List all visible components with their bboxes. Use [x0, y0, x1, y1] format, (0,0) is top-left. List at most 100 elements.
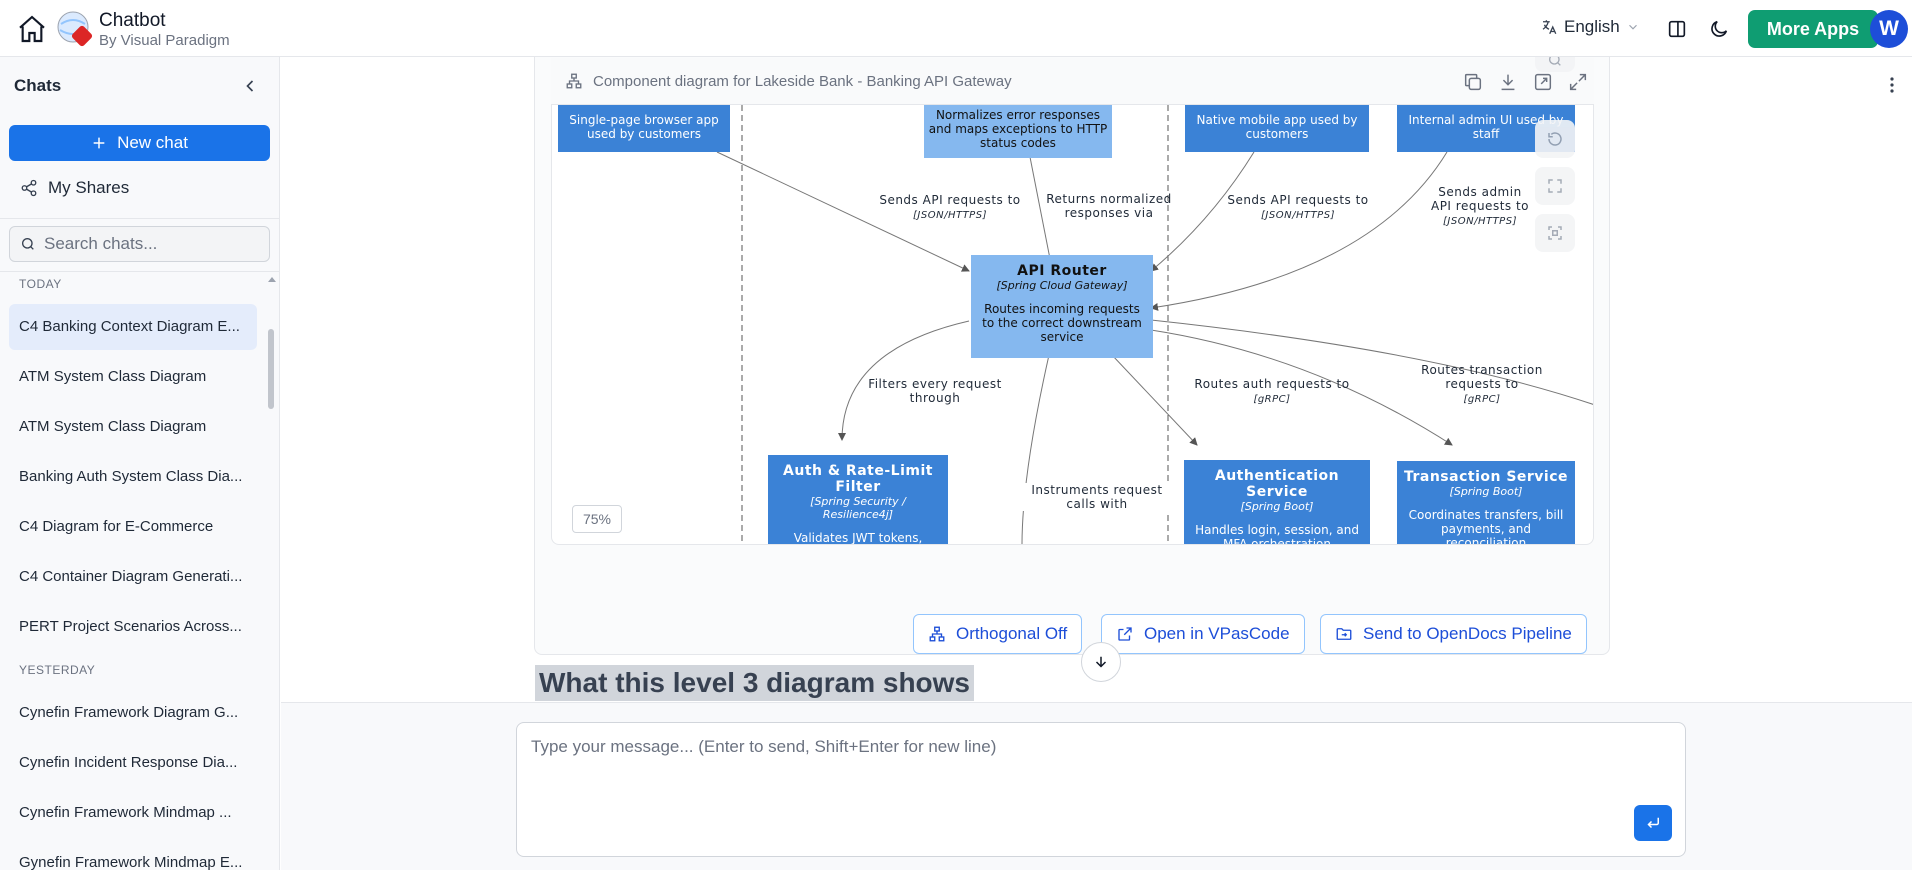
frame-icon	[1548, 226, 1562, 240]
translate-icon	[1542, 20, 1557, 35]
more-options-icon[interactable]	[1882, 75, 1902, 95]
edge-label-text: Sends API requests to	[1227, 193, 1369, 207]
chat-item[interactable]: Cynefin Framework Diagram G...	[9, 690, 257, 736]
external-link-icon	[1118, 627, 1132, 641]
node-description: Handles login, session, and MFA orchestr…	[1195, 523, 1359, 545]
node-tech: [Spring Cloud Gateway]	[996, 279, 1128, 292]
node-authentication-service[interactable]: Authentication Service [Spring Boot] Han…	[1184, 460, 1370, 545]
arrow-down-icon	[1095, 656, 1107, 668]
sidebar-title: Chats	[14, 76, 62, 95]
chevron-down-icon	[1628, 24, 1637, 30]
edge-label-text: Sends API requests to	[879, 193, 1021, 207]
chevron-left-icon	[246, 80, 254, 92]
user-avatar[interactable]: W	[1870, 10, 1908, 48]
edge-label-text: Sends admin API requests to	[1430, 185, 1530, 213]
chat-item[interactable]: PERT Project Scenarios Across...	[9, 604, 257, 650]
collapse-sidebar-button[interactable]	[240, 76, 260, 96]
copy-icon[interactable]	[1462, 71, 1484, 93]
chat-item[interactable]: Gynefin Framework Mindmap E...	[9, 840, 257, 870]
orthogonal-label: Orthogonal Off	[956, 624, 1068, 643]
node-description: Routes incoming requests to the correct …	[982, 302, 1142, 344]
magnifier-icon	[1549, 57, 1561, 66]
search-chats-input[interactable]	[44, 234, 264, 254]
node-error-handler[interactable]: Normalizes error responses and maps exce…	[924, 105, 1112, 158]
folder-send-icon	[1336, 628, 1352, 640]
chat-item[interactable]: Cynefin Framework Mindmap ...	[9, 790, 257, 836]
chat-item[interactable]: ATM System Class Diagram	[9, 404, 257, 450]
fullscreen-icon[interactable]	[1567, 71, 1589, 93]
edge-label: Sends admin API requests to [JSON/HTTPS]	[1430, 185, 1530, 229]
response-section-heading: What this level 3 diagram shows	[535, 665, 975, 701]
node-description: Native mobile app used by customers	[1196, 113, 1358, 141]
node-tech: [Spring Boot]	[1240, 500, 1314, 513]
frame-select-tool[interactable]	[1535, 214, 1575, 252]
edge-label-text: Instruments request calls with	[1031, 483, 1163, 511]
edge-label: Returns normalized responses via	[1044, 192, 1174, 220]
node-description: Normalizes error responses and maps exce…	[928, 108, 1108, 150]
chat-item[interactable]: Cynefin Incident Response Dia...	[9, 740, 257, 786]
send-to-opendocs-label: Send to OpenDocs Pipeline	[1363, 624, 1572, 643]
export-icon[interactable]	[1532, 71, 1554, 93]
edge-label: Sends API requests to [JSON/HTTPS]	[1218, 193, 1378, 223]
chat-list: TODAY C4 Banking Context Diagram E... AT…	[0, 272, 270, 870]
scroll-up-arrow-icon[interactable]	[268, 275, 276, 283]
rotate-icon	[1548, 132, 1562, 146]
new-chat-button[interactable]: New chat	[9, 125, 270, 161]
language-label: English	[1564, 17, 1620, 36]
chat-item[interactable]: C4 Banking Context Diagram E...	[9, 304, 257, 350]
edge-line	[1150, 151, 1448, 311]
orthogonal-diagram-icon	[929, 626, 945, 642]
more-apps-button[interactable]: More Apps	[1748, 10, 1878, 48]
edge-label: Filters every request through	[850, 377, 1020, 405]
node-mobile-app[interactable]: Native mobile app used by customers	[1185, 105, 1369, 152]
edge-label-tech: [JSON/HTTPS]	[1261, 210, 1335, 221]
my-shares-link[interactable]: My Shares	[20, 178, 129, 198]
node-single-page-app[interactable]: Single-page browser app used by customer…	[558, 105, 730, 152]
message-composer	[516, 722, 1686, 857]
download-icon[interactable]	[1497, 71, 1519, 93]
message-input[interactable]	[531, 737, 1661, 817]
node-description: Single-page browser app used by customer…	[569, 113, 719, 141]
app-subtitle: By Visual Paradigm	[99, 32, 230, 49]
edge-line	[1021, 354, 1050, 544]
orthogonal-toggle-button[interactable]: Orthogonal Off	[913, 614, 1083, 654]
open-vpascode-button[interactable]: Open in VPasCode	[1101, 614, 1305, 654]
edge-label-tech: [gRPC]	[1253, 394, 1291, 405]
node-auth-rate-limit-filter[interactable]: Auth & Rate-Limit Filter [Spring Securit…	[768, 455, 948, 544]
diagram-card: Component diagram for Lakeside Bank - Ba…	[534, 57, 1610, 655]
expand-icon	[1548, 179, 1562, 193]
diagram-canvas[interactable]: Single-page browser app used by customer…	[551, 105, 1594, 545]
open-vpascode-label: Open in VPasCode	[1144, 624, 1290, 643]
chat-item[interactable]: Banking Auth System Class Dia...	[9, 454, 257, 500]
fit-view-tool[interactable]	[1535, 167, 1575, 205]
sidebar-divider	[0, 218, 279, 219]
edge-label-tech: [gRPC]	[1463, 394, 1501, 405]
scroll-to-bottom-button[interactable]	[1081, 642, 1121, 682]
chat-search[interactable]	[9, 226, 270, 262]
send-button[interactable]	[1634, 805, 1672, 841]
node-title: Authentication Service	[1214, 468, 1340, 500]
zoom-level-badge[interactable]: 75%	[572, 505, 622, 533]
reset-view-tool[interactable]	[1535, 120, 1575, 158]
language-selector[interactable]: English	[1540, 17, 1640, 37]
enter-icon	[1647, 817, 1659, 829]
chat-item[interactable]: C4 Diagram for E-Commerce	[9, 504, 257, 550]
node-api-router[interactable]: API Router [Spring Cloud Gateway] Routes…	[971, 255, 1153, 358]
sidebar-scrollbar[interactable]	[268, 329, 274, 409]
dark-mode-toggle[interactable]	[1708, 18, 1730, 40]
zoom-in-tool[interactable]	[1535, 57, 1575, 72]
node-transaction-service[interactable]: Transaction Service [Spring Boot] Coordi…	[1397, 461, 1575, 545]
new-chat-label: New chat	[117, 133, 188, 152]
moon-icon	[1711, 20, 1728, 37]
diagram-title: Component diagram for Lakeside Bank - Ba…	[593, 72, 1012, 90]
chat-item[interactable]: C4 Container Diagram Generati...	[9, 554, 257, 600]
search-icon	[22, 238, 34, 250]
send-to-opendocs-button[interactable]: Send to OpenDocs Pipeline	[1320, 614, 1587, 654]
chat-item[interactable]: ATM System Class Diagram	[9, 354, 257, 400]
share-icon	[21, 179, 37, 197]
node-tech: [Spring Boot]	[1449, 485, 1523, 498]
node-description: Coordinates transfers, bill payments, an…	[1408, 508, 1564, 545]
home-button[interactable]	[14, 11, 50, 47]
section-label-yesterday: YESTERDAY	[19, 663, 96, 677]
toggle-sidebar-button[interactable]	[1666, 18, 1688, 40]
